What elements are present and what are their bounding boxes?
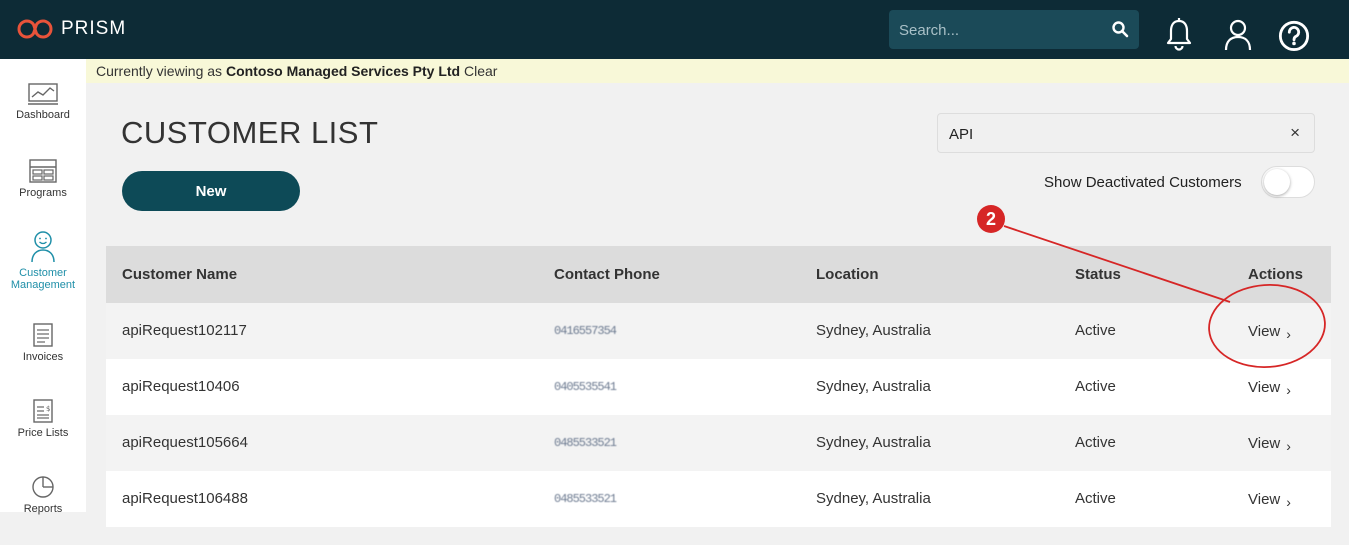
smiley-user-icon <box>31 231 55 263</box>
sidebar-item-label: Reports <box>23 503 63 515</box>
customer-name-cell: apiRequest105664 <box>122 434 248 451</box>
help-icon[interactable] <box>1278 17 1310 53</box>
chevron-right-icon: › <box>1286 438 1291 454</box>
column-header-contact-phone[interactable]: Contact Phone <box>554 246 660 303</box>
search-input[interactable] <box>899 19 1099 41</box>
toggle-knob <box>1264 169 1290 195</box>
contact-phone-cell: 0485533521 <box>554 492 617 506</box>
global-search[interactable] <box>889 10 1139 49</box>
view-customer-link[interactable]: View › <box>1248 471 1291 528</box>
sidebar-item-label: Programs <box>19 187 67 199</box>
prism-logo[interactable]: PRISM <box>15 17 126 41</box>
sidebar-item-reports[interactable]: Reports <box>0 475 86 545</box>
sidebar-item-programs[interactable]: Programs <box>0 159 86 229</box>
column-header-customer-name[interactable]: Customer Name <box>122 246 237 303</box>
view-customer-link[interactable]: View › <box>1248 415 1291 472</box>
status-cell: Active <box>1075 434 1116 451</box>
status-cell: Active <box>1075 322 1116 339</box>
view-label: View <box>1248 323 1281 340</box>
search-icon[interactable] <box>1111 20 1129 38</box>
location-cell: Sydney, Australia <box>816 490 931 507</box>
column-header-status[interactable]: Status <box>1075 246 1121 303</box>
clear-filter-icon[interactable]: × <box>1290 123 1300 143</box>
location-cell: Sydney, Australia <box>816 378 931 395</box>
chevron-right-icon: › <box>1286 382 1291 398</box>
sidebar-item-label: Price Lists <box>17 427 69 439</box>
sidebar-item-label-line1: Customer <box>19 267 67 279</box>
chart-icon <box>28 83 58 105</box>
banner-clear-link[interactable]: Clear <box>464 63 497 79</box>
view-customer-link[interactable]: View › <box>1248 359 1291 416</box>
sidebar-item-label-line2: Management <box>10 279 76 291</box>
column-header-actions: Actions <box>1248 266 1304 283</box>
prism-logo-icon <box>17 19 53 39</box>
customer-table: Customer Name Contact Phone Location Sta… <box>106 246 1331 527</box>
column-header-location[interactable]: Location <box>816 246 879 303</box>
annotation-number-badge: 2 <box>977 205 1005 233</box>
chevron-right-icon: › <box>1286 326 1291 342</box>
contact-phone-cell: 0416557354 <box>554 324 617 338</box>
sidebar-item-label: Invoices <box>22 351 64 363</box>
app-name: PRISM <box>61 18 127 39</box>
location-cell: Sydney, Australia <box>816 434 931 451</box>
document-icon <box>33 323 53 347</box>
new-customer-button[interactable]: New <box>122 171 300 211</box>
view-label: View <box>1248 379 1281 396</box>
table-row[interactable]: apiRequest10406 0405535541 Sydney, Austr… <box>106 359 1331 415</box>
customer-name-cell: apiRequest102117 <box>122 322 247 339</box>
contact-phone-cell: 0405535541 <box>554 380 617 394</box>
view-customer-link[interactable]: View › <box>1248 303 1291 360</box>
table-row[interactable]: apiRequest105664 0485533521 Sydney, Aust… <box>106 415 1331 471</box>
grid-icon <box>29 159 57 183</box>
customer-name-cell: apiRequest106488 <box>122 490 248 507</box>
sidebar-item-customer-management[interactable]: Customer Management <box>0 231 86 301</box>
view-label: View <box>1248 435 1281 452</box>
sidebar: Dashboard Programs Customer Management I… <box>0 59 86 515</box>
customer-filter-input[interactable] <box>949 123 1269 145</box>
location-cell: Sydney, Australia <box>816 322 931 339</box>
status-cell: Active <box>1075 490 1116 507</box>
sidebar-item-dashboard[interactable]: Dashboard <box>0 83 86 153</box>
page-title: CUSTOMER LIST <box>121 115 379 150</box>
sidebar-item-price-lists[interactable]: $ Price Lists <box>0 399 86 469</box>
chevron-right-icon: › <box>1286 494 1291 510</box>
banner-prefix: Currently viewing as <box>96 63 223 79</box>
sidebar-item-invoices[interactable]: Invoices <box>0 323 86 393</box>
user-icon[interactable] <box>1222 17 1254 53</box>
view-label: View <box>1248 491 1281 508</box>
customer-name-cell: apiRequest10406 <box>122 378 240 395</box>
top-bar: PRISM <box>0 0 1349 59</box>
impersonation-banner: Currently viewing as Contoso Managed Ser… <box>86 59 1349 83</box>
table-row[interactable]: apiRequest102117 0416557354 Sydney, Aust… <box>106 303 1331 359</box>
bell-icon[interactable] <box>1163 17 1195 53</box>
status-cell: Active <box>1075 378 1116 395</box>
table-header: Customer Name Contact Phone Location Sta… <box>106 246 1331 303</box>
sidebar-item-label: Dashboard <box>16 109 70 121</box>
price-list-icon: $ <box>33 399 53 423</box>
customer-filter[interactable]: × <box>937 113 1315 153</box>
banner-org-name: Contoso Managed Services Pty Ltd <box>225 63 461 79</box>
table-row[interactable]: apiRequest106488 0485533521 Sydney, Aust… <box>106 471 1331 527</box>
svg-text:$: $ <box>46 405 50 413</box>
contact-phone-cell: 0485533521 <box>554 436 617 450</box>
show-deactivated-label: Show Deactivated Customers <box>1044 174 1242 191</box>
show-deactivated-toggle[interactable] <box>1261 166 1315 198</box>
pie-chart-icon <box>32 476 54 498</box>
